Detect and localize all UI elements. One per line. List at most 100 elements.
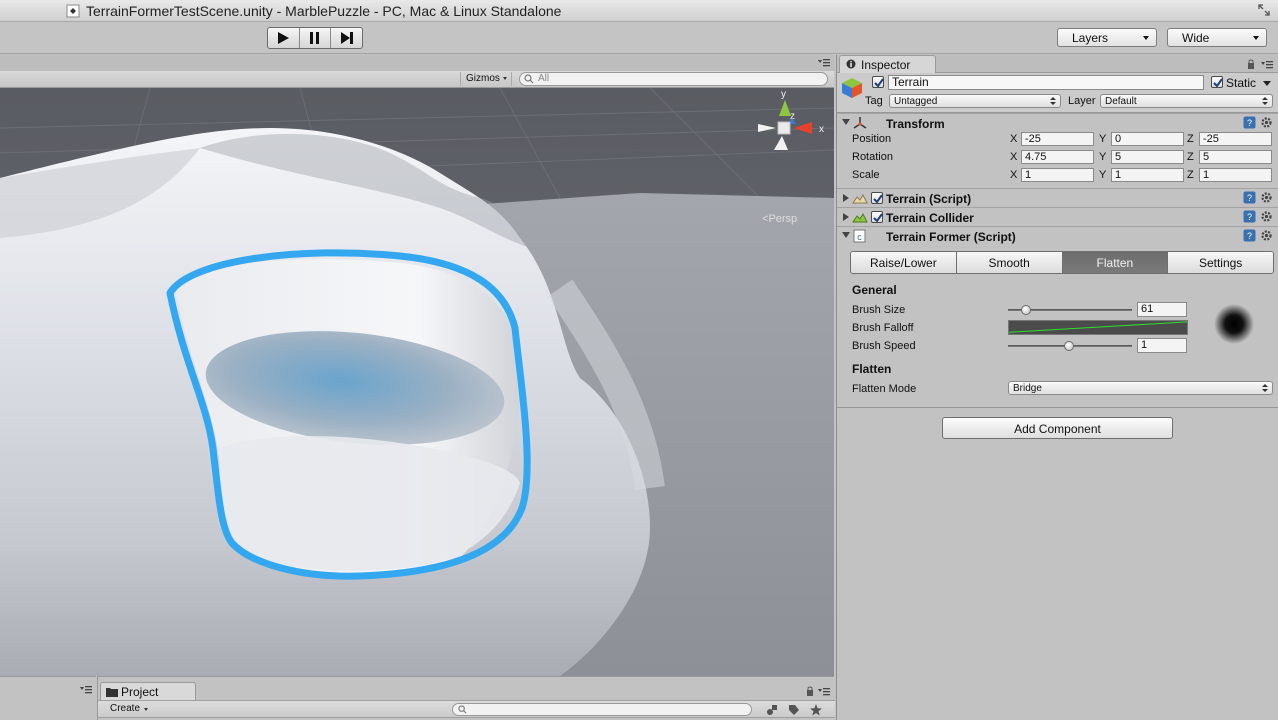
panel-menu-icon[interactable] [1261,60,1273,70]
gear-icon[interactable] [1260,191,1273,204]
inspector-tab-label: Inspector [861,58,911,72]
foldout-closed-icon[interactable] [843,194,849,202]
terrain-icon [852,193,868,204]
tab-inspector[interactable]: Inspector [839,55,936,73]
star-icon[interactable] [810,704,822,716]
brush-size-label: Brush Size [852,304,906,316]
tab-raise-lower[interactable]: Raise/Lower [851,252,957,273]
gameobject-active-checkbox[interactable] [872,76,884,88]
scale-y-field[interactable]: 1 [1111,168,1184,182]
lock-icon[interactable] [806,686,814,696]
panel-menu-icon[interactable] [818,58,830,68]
static-dropdown-arrow-icon[interactable] [1263,81,1271,86]
position-x-field[interactable]: -25 [1021,132,1094,146]
terrain-script-component-header[interactable]: Terrain (Script) ? [837,188,1278,207]
transform-component-header[interactable]: Transform ? [837,113,1278,132]
layout-dropdown[interactable]: Wide [1167,28,1267,47]
transform-icon [853,117,867,129]
terrain-collider-enabled-checkbox[interactable] [871,211,883,223]
terrain-collider-component-header[interactable]: Terrain Collider ? [837,207,1278,226]
projection-label-text: Persp [768,213,798,225]
layer-dropdown[interactable]: Default [1100,94,1273,108]
rotation-y-field[interactable]: 5 [1111,150,1184,164]
step-icon [340,32,353,44]
gear-icon[interactable] [1260,229,1273,242]
flatten-mode-dropdown[interactable]: Bridge [1008,381,1273,395]
csharp-script-icon: c [853,229,866,243]
layer-label: Layer [1068,95,1096,107]
scene-viewport[interactable]: y z x <Persp [0,88,834,676]
gameobject-name-field[interactable]: Terrain [888,75,1204,90]
brush-size-slider-thumb[interactable] [1021,305,1031,315]
brush-size-field[interactable]: 61 [1137,302,1187,317]
panel-menu-icon[interactable] [818,687,830,697]
help-book-icon[interactable]: ? [1243,191,1256,204]
panel-menu-icon[interactable] [80,685,92,695]
brush-falloff-curve-field[interactable] [1008,320,1188,335]
tab-flatten[interactable]: Flatten [1062,252,1169,273]
static-checkbox[interactable] [1211,76,1223,88]
playmode-controls [267,27,363,49]
play-icon [278,32,290,44]
layout-dropdown-label: Wide [1182,31,1210,45]
rotation-z-field[interactable]: 5 [1199,150,1272,164]
svg-text:c: c [857,232,862,242]
scale-x-field[interactable]: 1 [1021,168,1094,182]
brush-speed-slider-thumb[interactable] [1064,341,1074,351]
layers-dropdown[interactable]: Layers [1057,28,1157,47]
create-dropdown[interactable]: Create [104,703,150,717]
gear-icon[interactable] [1260,116,1273,129]
project-panel: Project Create [97,676,835,720]
fullscreen-icon[interactable] [1258,4,1270,16]
main-toolbar: Layers Wide [0,22,1278,54]
help-book-icon[interactable]: ? [1243,229,1256,242]
orientation-gizmo[interactable]: y z x [752,88,834,168]
gear-icon[interactable] [1260,210,1273,223]
terrain-script-enabled-checkbox[interactable] [871,192,883,204]
project-tab-label: Project [121,685,159,699]
checkmark-icon [1213,78,1223,88]
foldout-open-icon[interactable] [842,119,850,125]
add-component-button[interactable]: Add Component [942,417,1173,439]
brush-speed-field[interactable]: 1 [1137,338,1187,353]
tab-smooth[interactable]: Smooth [956,252,1063,273]
terrain-former-component-header[interactable]: c Terrain Former (Script) ? [837,226,1278,245]
search-icon [524,74,534,84]
play-button[interactable] [268,28,300,48]
position-y-field[interactable]: 0 [1111,132,1184,146]
search-by-type-icon[interactable] [766,704,778,716]
rotation-x-field[interactable]: 4.75 [1021,150,1094,164]
lock-icon[interactable] [1247,59,1255,69]
scene-search-input[interactable]: All [519,72,828,86]
gameobject-cube-icon [842,78,862,98]
flatten-mode-value: Bridge [1013,383,1042,394]
tab-project[interactable]: Project [100,682,196,700]
gizmos-dropdown[interactable]: Gizmos [460,72,512,86]
tab-settings[interactable]: Settings [1168,252,1273,273]
help-book-icon[interactable]: ? [1243,116,1256,129]
window-title: TerrainFormerTestScene.unity - MarblePuz… [86,3,562,19]
tag-icon[interactable] [788,704,800,716]
chevron-down-icon [503,77,507,80]
layer-value: Default [1105,96,1137,107]
help-book-icon[interactable]: ? [1243,210,1256,223]
projection-label[interactable]: <Persp [762,213,797,225]
project-toolbar: Create [98,700,835,718]
foldout-open-icon[interactable] [842,232,850,238]
hierarchy-panel [0,676,96,720]
terrain-collider-title: Terrain Collider [886,211,974,225]
step-button[interactable] [331,28,362,48]
create-label: Create [110,703,141,714]
position-z-axis-label: Z [1187,133,1194,145]
foldout-closed-icon[interactable] [843,213,849,221]
transform-title: Transform [886,117,945,131]
pause-button[interactable] [300,28,332,48]
gizmo-x-label: x [819,124,824,135]
scale-z-field[interactable]: 1 [1199,168,1272,182]
updown-arrows-icon [1050,97,1056,105]
position-z-field[interactable]: -25 [1199,132,1272,146]
project-search-input[interactable] [452,703,752,716]
tag-dropdown[interactable]: Untagged [889,94,1061,108]
updown-arrows-icon [1262,384,1268,392]
chevron-down-icon [1143,36,1149,40]
